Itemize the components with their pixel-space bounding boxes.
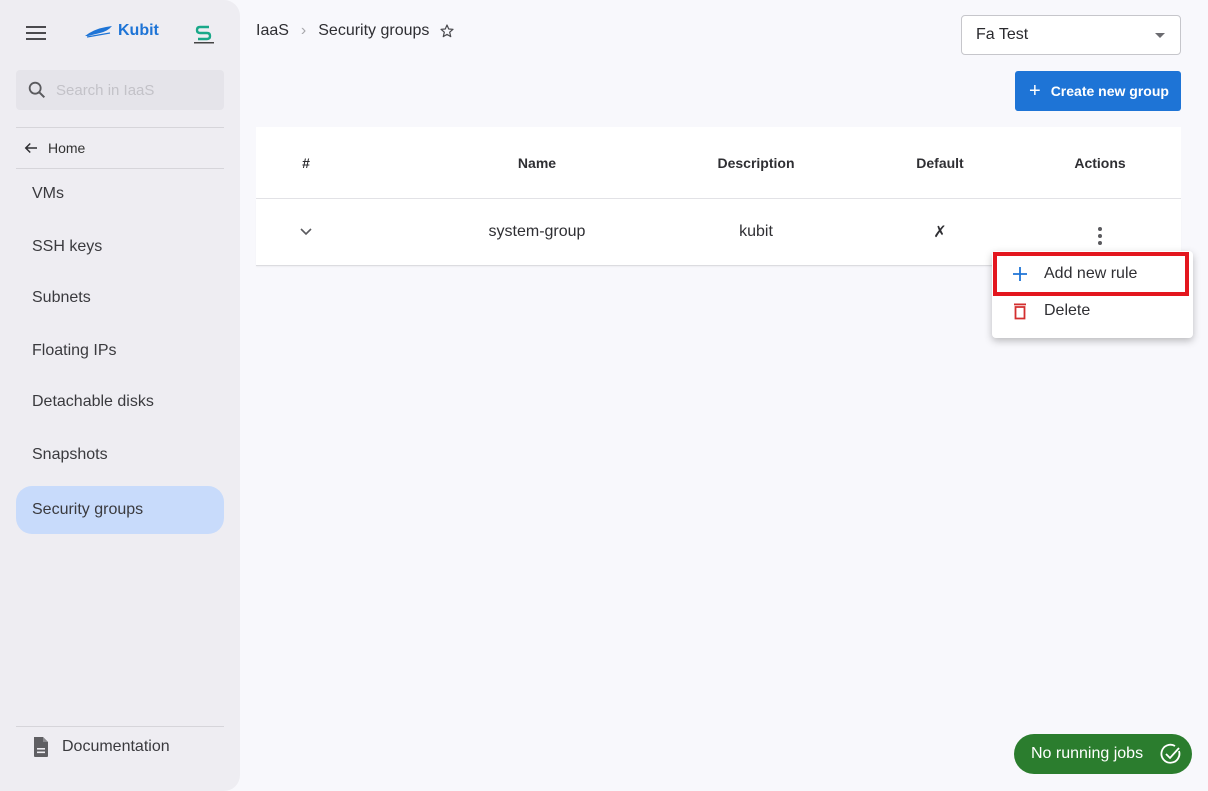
actions-cell <box>1050 218 1150 247</box>
sidebar: Kubit Home VMs SSH keys Subnets Floating… <box>0 0 240 791</box>
sidebar-item-security-groups[interactable]: Security groups <box>16 486 224 534</box>
sidebar-header: Kubit <box>0 0 240 64</box>
create-new-group-button[interactable]: + Create new group <box>1015 71 1181 111</box>
sidebar-item-label: Security groups <box>32 501 144 518</box>
chevron-down-icon[interactable] <box>300 228 312 236</box>
brand-name: Kubit <box>118 22 159 39</box>
menu-item-add-new-rule[interactable]: Add new rule <box>992 256 1193 292</box>
security-groups-table: # Name Description Default Actions syste… <box>256 127 1181 266</box>
expand-cell <box>256 223 356 241</box>
group-description: kubit <box>739 223 773 240</box>
sidebar-item-label: Subnets <box>32 289 91 306</box>
kubit-boat-icon <box>85 26 112 38</box>
search-icon <box>28 81 46 99</box>
sidebar-search[interactable] <box>16 70 224 110</box>
group-name: system-group <box>488 223 586 240</box>
sidebar-item-ssh-keys[interactable]: SSH keys <box>16 223 224 271</box>
star-icon[interactable] <box>439 23 455 39</box>
home-label: Home <box>48 140 86 156</box>
column-header-name: Name <box>517 154 557 171</box>
jobs-status-label: No running jobs <box>1031 745 1144 762</box>
breadcrumb-current: Security groups <box>318 22 430 39</box>
sidebar-item-vms[interactable]: VMs <box>16 170 224 218</box>
menu-item-label: Add new rule <box>1044 265 1138 282</box>
sidebar-item-label: SSH keys <box>32 238 103 255</box>
divider <box>16 168 224 169</box>
sidebar-item-detachable-disks[interactable]: Detachable disks <box>16 378 224 426</box>
plus-icon: + <box>1029 80 1041 102</box>
chevron-right-icon: › <box>300 22 307 39</box>
sidebar-item-subnets[interactable]: Subnets <box>16 274 224 322</box>
divider <box>16 127 224 128</box>
sidebar-item-label: VMs <box>32 185 64 202</box>
jobs-status-button[interactable]: No running jobs <box>1014 734 1192 774</box>
divider <box>16 726 224 727</box>
breadcrumb: IaaS › Security groups <box>256 22 455 40</box>
document-icon <box>34 737 48 757</box>
column-header-default: Default <box>916 154 964 171</box>
sidebar-item-label: Floating IPs <box>32 342 117 359</box>
plus-icon <box>1013 267 1027 281</box>
more-vert-icon[interactable] <box>1092 225 1108 247</box>
search-input[interactable] <box>56 81 206 99</box>
sidebar-item-label: Detachable disks <box>32 393 154 410</box>
arrow-left-icon <box>24 142 37 154</box>
documentation-link[interactable]: Documentation <box>32 736 170 758</box>
project-select[interactable]: Fa Test <box>961 15 1181 55</box>
brand-logo[interactable]: Kubit <box>84 22 159 40</box>
trash-icon <box>1014 303 1026 320</box>
table-header: # Name Description Default Actions <box>256 127 1181 199</box>
menu-item-label: Delete <box>1044 302 1091 319</box>
column-header-description: Description <box>717 154 795 171</box>
partner-logo-icon <box>194 25 214 44</box>
default-status: ✗ <box>933 224 947 241</box>
documentation-label: Documentation <box>62 738 170 755</box>
column-header-actions: Actions <box>1074 154 1126 171</box>
create-new-group-label: Create new group <box>1050 83 1169 99</box>
actions-menu: Add new rule Delete <box>992 251 1193 338</box>
home-link[interactable]: Home <box>16 131 224 165</box>
sidebar-item-label: Snapshots <box>32 446 108 463</box>
column-header-index: # <box>302 154 310 171</box>
partner-logo <box>192 24 216 51</box>
menu-item-delete[interactable]: Delete <box>992 293 1193 329</box>
sidebar-item-floating-ips[interactable]: Floating IPs <box>16 327 224 375</box>
breadcrumb-iaas[interactable]: IaaS <box>256 22 289 40</box>
project-select-value: Fa Test <box>976 26 1029 43</box>
check-circle-icon <box>1160 743 1181 764</box>
caret-down-icon <box>1155 33 1165 38</box>
sidebar-item-snapshots[interactable]: Snapshots <box>16 431 224 479</box>
menu-icon[interactable] <box>26 26 46 42</box>
